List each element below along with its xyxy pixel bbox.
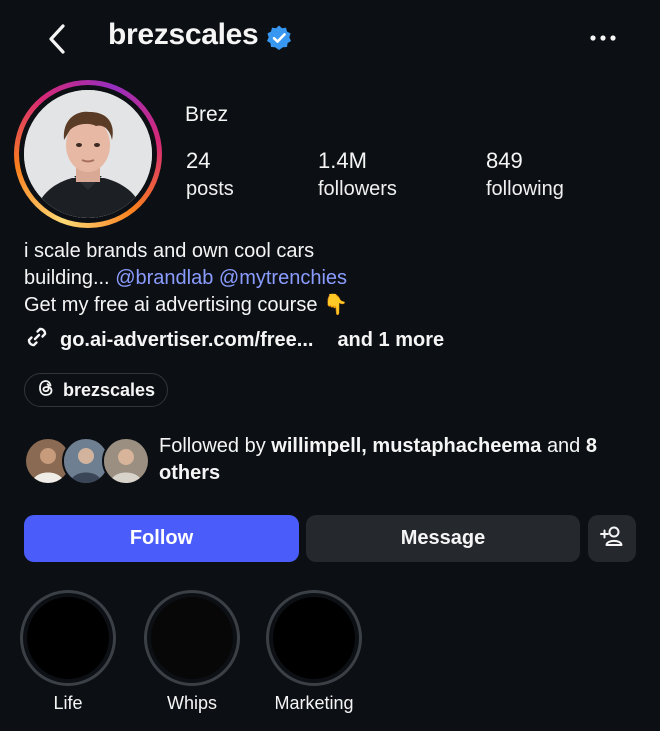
back-chevron-icon[interactable] bbox=[44, 22, 72, 56]
bio-line: Get my free ai advertising course 👇 bbox=[24, 292, 348, 319]
follow-button[interactable]: Follow bbox=[24, 515, 299, 562]
highlight-label: Life bbox=[53, 693, 83, 713]
verified-badge-icon bbox=[265, 24, 293, 52]
mention-link-mytrenchies[interactable]: @mytrenchies bbox=[219, 267, 347, 289]
highlight-cover bbox=[266, 590, 362, 686]
story-highlight[interactable]: Marketing bbox=[266, 590, 362, 714]
followed-by-prefix: Followed by bbox=[159, 435, 266, 457]
threads-icon bbox=[37, 379, 55, 402]
threads-profile-pill[interactable]: brezscales bbox=[24, 373, 168, 407]
highlight-label: Whips bbox=[166, 693, 217, 713]
stat-label: followers bbox=[318, 178, 397, 200]
stat-value: 849 bbox=[486, 148, 523, 173]
profile-username: brezscales bbox=[108, 18, 259, 51]
bio-line: i scale brands and own cool cars bbox=[24, 240, 315, 262]
avatar bbox=[102, 437, 150, 485]
message-button[interactable]: Message bbox=[306, 515, 580, 562]
mutual-followers-avatars[interactable] bbox=[24, 437, 152, 485]
followed-by-and: and bbox=[546, 435, 581, 457]
stat-posts[interactable]: 24 posts bbox=[186, 147, 234, 203]
link-icon bbox=[24, 324, 50, 356]
bio-line: building... @brandlab @mytrenchies bbox=[24, 265, 347, 292]
more-options-icon[interactable] bbox=[588, 26, 618, 50]
stat-value: 1.4M bbox=[318, 148, 367, 173]
stat-following[interactable]: 849 following bbox=[486, 147, 564, 203]
stat-label: posts bbox=[186, 178, 234, 200]
stat-label: following bbox=[486, 178, 564, 200]
bio-text: building... bbox=[24, 267, 110, 289]
followed-by-names: willimpell, mustaphacheema bbox=[271, 435, 542, 457]
story-highlight[interactable]: Life bbox=[20, 590, 116, 714]
profile-avatar-story-ring[interactable] bbox=[14, 80, 162, 228]
display-name: Brez bbox=[185, 103, 229, 126]
pointing-down-emoji: 👇 bbox=[323, 294, 348, 316]
link-more[interactable]: and 1 more bbox=[337, 329, 444, 352]
mention-link-brandlab[interactable]: @brandlab bbox=[115, 267, 213, 289]
highlight-label: Marketing bbox=[274, 693, 354, 713]
stat-value: 24 bbox=[186, 148, 211, 173]
stat-followers[interactable]: 1.4M followers bbox=[318, 147, 397, 203]
add-user-icon bbox=[599, 524, 625, 554]
story-highlight[interactable]: Whips bbox=[144, 590, 240, 714]
highlight-cover bbox=[144, 590, 240, 686]
suggest-accounts-button[interactable] bbox=[588, 515, 636, 562]
bio-link[interactable]: go.ai-advertiser.com/free... and 1 more bbox=[24, 326, 444, 354]
profile-avatar bbox=[24, 90, 152, 218]
threads-label: brezscales bbox=[63, 379, 156, 400]
bio-text: Get my free ai advertising course bbox=[24, 294, 318, 316]
followed-by-text[interactable]: Followed by willimpell, mustaphacheema a… bbox=[159, 433, 639, 487]
highlight-cover bbox=[20, 590, 116, 686]
link-url[interactable]: go.ai-advertiser.com/free... bbox=[60, 329, 313, 352]
